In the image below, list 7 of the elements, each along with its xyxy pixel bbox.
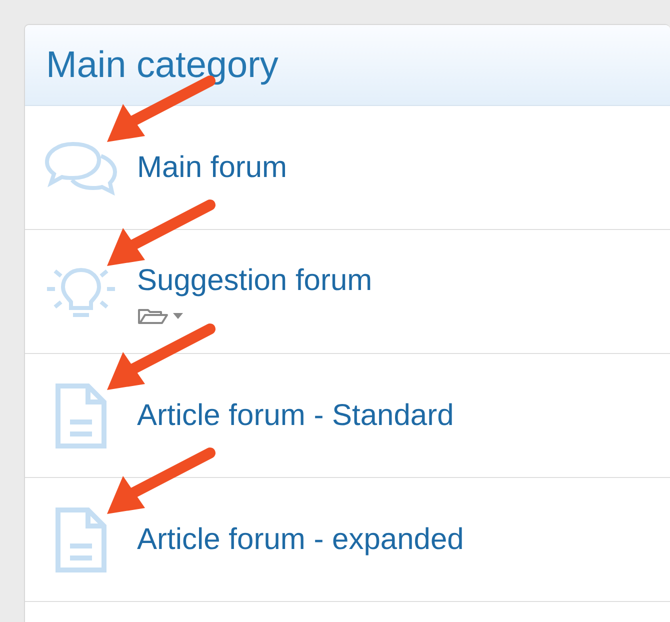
forum-link[interactable]: Suggestion forum	[137, 264, 372, 297]
subforums-dropdown-icon[interactable]	[137, 307, 183, 325]
chat-icon	[43, 140, 119, 196]
forum-link[interactable]: Main forum	[137, 151, 288, 184]
category-title[interactable]: Main category	[46, 42, 278, 88]
forum-link[interactable]: Article forum - Standard	[137, 399, 454, 432]
forum-link[interactable]: Article forum - expanded	[137, 523, 464, 556]
